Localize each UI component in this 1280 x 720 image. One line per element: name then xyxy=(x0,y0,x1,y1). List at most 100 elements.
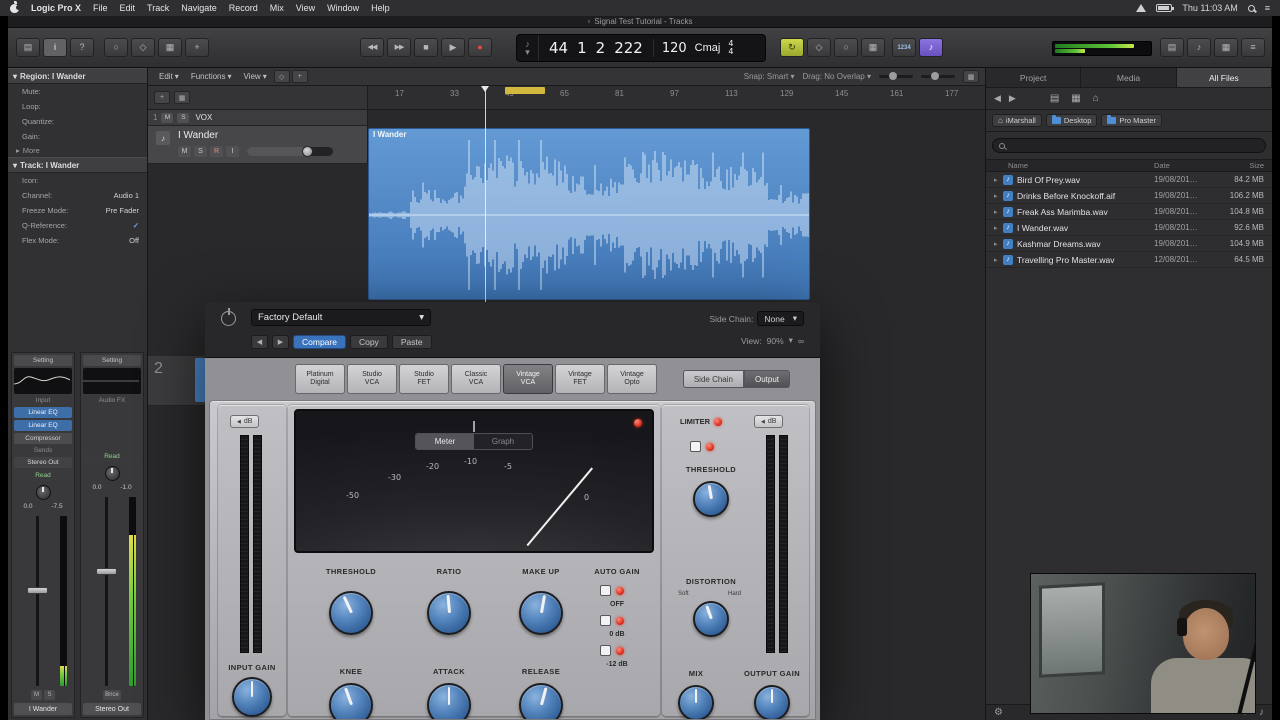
strip-setting-button[interactable]: Setting xyxy=(83,355,141,366)
file-row[interactable]: ▸ ♪ Travelling Pro Master.wav 12/08/201… 64… xyxy=(986,252,1272,268)
computer-icon[interactable]: ▦ xyxy=(1071,93,1080,104)
copy-button[interactable]: Copy xyxy=(349,335,388,349)
strip-audio-fx-label[interactable]: Audio FX xyxy=(83,396,141,405)
volume-fader[interactable] xyxy=(83,495,141,688)
release-knob[interactable] xyxy=(519,683,563,719)
apple-menu-icon[interactable] xyxy=(10,0,21,13)
track-1-header[interactable]: ♪ I Wander M S R I xyxy=(148,126,368,164)
meter-tab[interactable]: Meter xyxy=(416,434,474,449)
quick-help-icon[interactable]: ? xyxy=(70,38,94,57)
region-field-mute[interactable]: Mute: xyxy=(8,84,147,99)
notification-center-icon[interactable]: ≡ xyxy=(1265,3,1270,13)
list-editors-icon[interactable]: ▤ xyxy=(1160,38,1184,57)
search-input[interactable] xyxy=(992,138,1266,153)
track-field-flex-mode[interactable]: Flex Mode: Off xyxy=(8,233,147,248)
back-icon[interactable]: ◀ xyxy=(994,93,1001,104)
link-icon[interactable]: ∞ xyxy=(798,336,804,346)
lcd-key[interactable]: Cmaj xyxy=(695,42,729,54)
pan-knob[interactable] xyxy=(104,465,120,481)
bounce-button[interactable]: Bnce xyxy=(103,690,121,700)
compare-button[interactable]: Compare xyxy=(293,335,346,349)
pointer-tool-icon[interactable]: ◇ xyxy=(273,70,290,83)
view-list-icon[interactable]: ▤ xyxy=(1050,93,1059,104)
menu-mix[interactable]: Mix xyxy=(270,3,284,13)
output-tab[interactable]: Output xyxy=(743,370,790,388)
tab-studio-vca[interactable]: Studio VCA xyxy=(347,364,397,394)
rewind-button[interactable]: ◀◀ xyxy=(360,38,384,57)
tab-vintage-opto[interactable]: Vintage Opto xyxy=(607,364,657,394)
track-input-monitor-button[interactable]: I xyxy=(226,146,239,157)
smart-controls-icon[interactable]: ◇ xyxy=(131,38,155,57)
lcd-display[interactable]: ♪ ▾ 44 1 2 222 120 Cmaj 4 4 xyxy=(516,34,766,62)
tab-vintage-fet[interactable]: Vintage FET xyxy=(555,364,605,394)
path-home[interactable]: ⌂ iMarshall xyxy=(992,114,1042,127)
limiter-enable[interactable] xyxy=(690,441,714,452)
menubar-app-name[interactable]: Logic Pro X xyxy=(31,3,81,13)
path-pro-master[interactable]: Pro Master xyxy=(1101,114,1163,127)
side-chain-tab[interactable]: Side Chain xyxy=(682,370,744,388)
lcd-mode-icon[interactable]: ♪ ▾ xyxy=(517,35,539,61)
menu-edit[interactable]: Edit xyxy=(120,3,136,13)
count-in-button[interactable]: 1234 xyxy=(892,38,916,57)
strip-plugin-linear-eq-2[interactable]: Linear EQ xyxy=(14,420,72,431)
file-row[interactable]: ▸ ♪ Drinks Before Knockoff.aif 19/08/201… 1… xyxy=(986,188,1272,204)
mixer-icon[interactable]: ▦ xyxy=(158,38,182,57)
ratio-knob[interactable] xyxy=(427,591,471,635)
inspector-toggle-icon[interactable]: i xyxy=(43,38,67,57)
audio-region[interactable]: I Wander xyxy=(368,128,810,300)
track-field-icon[interactable]: Icon: xyxy=(8,173,147,188)
cycle-button[interactable]: ↻ xyxy=(780,38,804,57)
menu-help[interactable]: Help xyxy=(371,3,390,13)
region-field-gain[interactable]: Gain: xyxy=(8,129,147,144)
record-button[interactable]: ● xyxy=(468,38,492,57)
attack-knob[interactable] xyxy=(427,683,471,719)
horizontal-zoom-slider[interactable] xyxy=(879,72,913,80)
zoom-tool-icon[interactable]: ▦ xyxy=(963,70,979,83)
tracks-edit-menu[interactable]: Edit ▾ xyxy=(154,72,184,81)
solo-mode-icon[interactable]: ▦ xyxy=(861,38,885,57)
tab-studio-fet[interactable]: Studio FET xyxy=(399,364,449,394)
knee-knob[interactable] xyxy=(329,683,373,719)
preview-play-icon[interactable]: ♪ xyxy=(1259,707,1264,718)
menu-navigate[interactable]: Navigate xyxy=(181,3,217,13)
fader-cap[interactable] xyxy=(96,568,118,576)
file-row[interactable]: ▸ ♪ Bird Of Prey.wav 19/08/201… 84.2 MB xyxy=(986,172,1272,188)
bar-ruler[interactable]: 17 33 49 65 81 97 113 129 145 161 177 19… xyxy=(368,86,985,110)
strip-name[interactable]: I Wander xyxy=(14,703,72,715)
snap-menu[interactable]: Snap: Smart ▾ xyxy=(744,72,795,81)
duplicate-track-icon[interactable]: ▦ xyxy=(174,91,190,104)
preset-menu[interactable]: Factory Default ▾ xyxy=(251,309,431,326)
lcd-time-signature[interactable]: 4 4 xyxy=(728,40,741,56)
track-solo-button[interactable]: S xyxy=(177,112,190,123)
editors-icon[interactable]: + xyxy=(185,38,209,57)
track-field-channel[interactable]: Channel: Audio 1 xyxy=(8,188,147,203)
graph-tab[interactable]: Graph xyxy=(474,434,532,449)
secondary-tool-icon[interactable]: + xyxy=(291,70,308,83)
region-field-quantize[interactable]: Quantize: xyxy=(8,114,147,129)
autopunch-icon[interactable]: ◇ xyxy=(807,38,831,57)
strip-name[interactable]: Stereo Out xyxy=(83,703,141,715)
menu-record[interactable]: Record xyxy=(229,3,258,13)
wifi-icon[interactable] xyxy=(1136,4,1147,12)
auto-gain-off-option[interactable] xyxy=(600,585,624,596)
eq-thumbnail[interactable] xyxy=(83,368,141,394)
power-icon[interactable] xyxy=(221,308,236,326)
track-1-header-top[interactable]: 1 M S VOX xyxy=(148,110,368,126)
strip-output-button[interactable]: Stereo Out xyxy=(14,457,72,468)
auto-gain-minus12-option[interactable] xyxy=(600,645,624,656)
menu-track[interactable]: Track xyxy=(147,3,169,13)
file-row[interactable]: ▸ ♪ Freak Ass Marimba.wav 19/08/201… 104.8 … xyxy=(986,204,1272,220)
eq-thumbnail[interactable] xyxy=(14,368,72,394)
forward-icon[interactable]: ▶ xyxy=(1009,93,1016,104)
plugin-header[interactable]: Factory Default ▾ Side Chain: None ▾ ◀ ▶ … xyxy=(205,302,820,358)
forward-button[interactable]: ▶▶ xyxy=(387,38,411,57)
strip-input-label[interactable]: Input xyxy=(14,396,72,405)
window-titlebar[interactable]: ▫ Signal Test Tutorial - Tracks xyxy=(8,16,1272,28)
drag-menu[interactable]: Drag: No Overlap ▾ xyxy=(802,72,871,81)
view-menu[interactable]: View: 90% ▾ ∞ xyxy=(741,335,804,346)
strip-plugin-linear-eq-1[interactable]: Linear EQ xyxy=(14,407,72,418)
track-inspector-header[interactable]: ▾ Track: I Wander xyxy=(8,157,147,173)
fader-cap[interactable] xyxy=(27,587,49,595)
output-gain-knob[interactable] xyxy=(754,685,790,719)
limiter-threshold-knob[interactable] xyxy=(693,481,729,517)
